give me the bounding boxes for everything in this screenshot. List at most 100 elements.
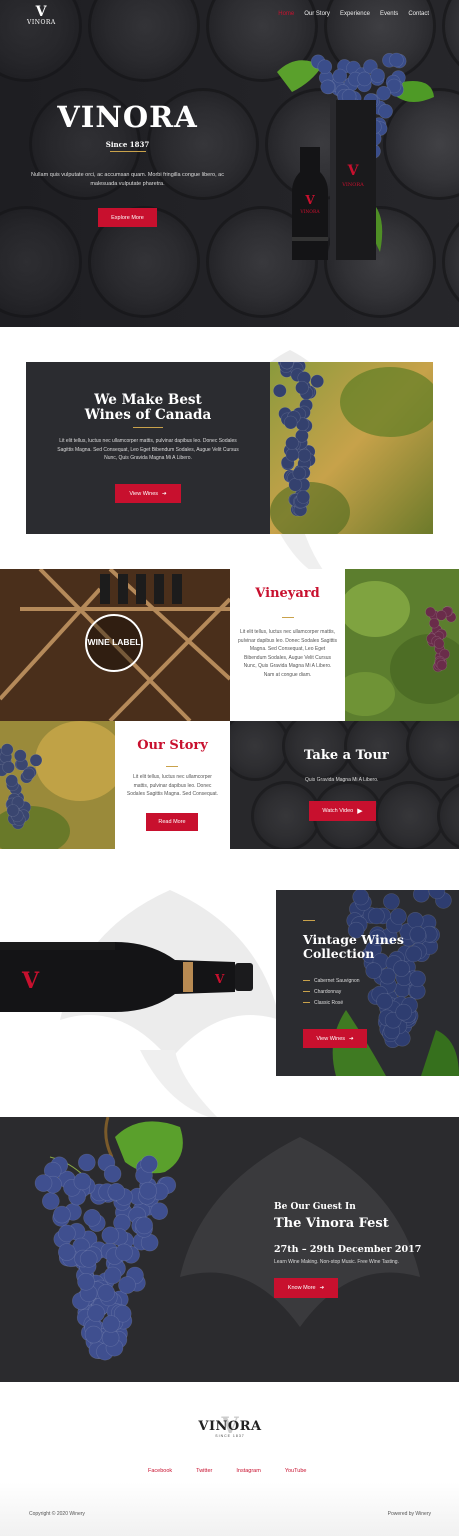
grape-berry bbox=[433, 638, 445, 649]
hero-box-label: VINORA bbox=[341, 182, 364, 188]
grape-berry bbox=[317, 59, 333, 74]
youtube-link[interactable]: YouTube bbox=[285, 1468, 307, 1474]
tour-panel: Take a Tour Quis Gravida Magna Mi A Libe… bbox=[230, 721, 459, 849]
grape-berry bbox=[285, 436, 299, 450]
copyright-text: Copyright © 2020 Winery bbox=[29, 1511, 85, 1517]
grape-berry bbox=[101, 1226, 120, 1245]
grape-berry bbox=[428, 617, 440, 629]
grape-berry bbox=[378, 103, 393, 119]
explore-more-button[interactable]: Explore More bbox=[98, 208, 157, 227]
facebook-link[interactable]: Facebook bbox=[148, 1468, 172, 1474]
hero-box-logo-letter: V bbox=[347, 163, 360, 179]
grape-berry bbox=[297, 448, 312, 463]
nav-experience[interactable]: Experience bbox=[340, 11, 370, 17]
view-wines-button[interactable]: View Wines ➔ bbox=[115, 484, 181, 503]
grape-berry bbox=[34, 1174, 53, 1192]
grape-berry bbox=[5, 774, 18, 787]
arrow-right-icon: ➔ bbox=[319, 1285, 325, 1291]
know-more-button[interactable]: Know More ➔ bbox=[274, 1278, 338, 1298]
grape-berry bbox=[2, 760, 15, 774]
grape-berry bbox=[379, 967, 397, 985]
grape-berry bbox=[425, 606, 436, 618]
vineyard-divider bbox=[282, 617, 294, 618]
bottle-logo-letter: V bbox=[21, 968, 40, 994]
collection-item: Chardonnay bbox=[303, 987, 360, 998]
nav-home[interactable]: Home bbox=[278, 11, 294, 17]
explore-more-label: Explore More bbox=[111, 214, 144, 221]
watch-video-button[interactable]: Watch Video ▶ bbox=[309, 801, 376, 821]
grape-berry bbox=[139, 1181, 157, 1200]
grape-berry bbox=[102, 1315, 120, 1333]
collection-view-wines-label: View Wines bbox=[316, 1035, 346, 1042]
grape-berry bbox=[140, 1155, 158, 1173]
grape-berry bbox=[84, 1325, 103, 1344]
know-more-label: Know More bbox=[287, 1285, 316, 1291]
story-text: Lit elit tellus, luctus nec ullamcorper … bbox=[126, 774, 219, 797]
nav-events[interactable]: Events bbox=[380, 11, 398, 17]
grape-berry bbox=[368, 907, 385, 925]
grape-berry bbox=[77, 1153, 96, 1172]
hero-description: Nullam quis vulputate orci, ac accumsan … bbox=[31, 172, 224, 187]
vine-leaves-photo bbox=[345, 569, 459, 721]
site-logo[interactable]: V VINORA bbox=[27, 4, 56, 27]
grape-berry bbox=[395, 1003, 412, 1021]
footer-logo-text: VINORA bbox=[198, 1419, 262, 1434]
grape-berry bbox=[77, 1273, 95, 1291]
hero-divider bbox=[110, 151, 146, 152]
play-icon: ▶ bbox=[357, 808, 363, 815]
logo-text: VINORA bbox=[27, 19, 56, 26]
footer-logo[interactable]: V VINORA SINCE 1837 bbox=[196, 1413, 264, 1439]
view-wines-label: View Wines bbox=[129, 490, 159, 497]
grape-berry bbox=[383, 893, 400, 910]
grape-berry bbox=[407, 911, 424, 929]
grape-berry bbox=[413, 890, 430, 903]
grape-berry bbox=[57, 1243, 76, 1261]
grape-berry bbox=[405, 945, 422, 963]
hero-bottle-logo-letter: V bbox=[304, 193, 315, 207]
best-wines-panel: We Make Best Wines of Canada Lit elit te… bbox=[26, 362, 270, 534]
vineyard-title: Vineyard bbox=[255, 586, 320, 601]
logo-letter: V bbox=[35, 4, 47, 20]
grape-berry bbox=[73, 1172, 92, 1191]
grape-berry bbox=[53, 1205, 71, 1224]
grape-berry bbox=[332, 68, 348, 84]
grape-berry bbox=[87, 1304, 105, 1322]
collection-title: Vintage Wines Collection bbox=[303, 933, 404, 961]
grape-berry bbox=[376, 85, 391, 101]
instagram-link[interactable]: Instagram bbox=[236, 1468, 260, 1474]
grape-berry bbox=[288, 478, 303, 492]
story-title: Our Story bbox=[137, 738, 208, 753]
hero-bottle-label: VINORA bbox=[299, 209, 320, 215]
best-wines-title-line1: We Make Best bbox=[94, 392, 202, 408]
fest-section: Be Our Guest In The Vinora Fest 27th – 2… bbox=[0, 1117, 459, 1382]
watch-video-label: Watch Video bbox=[322, 808, 354, 814]
grape-berry bbox=[118, 1276, 136, 1294]
collection-view-wines-button[interactable]: View Wines ➔ bbox=[303, 1029, 367, 1048]
collection-item: Classic Rosé bbox=[303, 998, 360, 1009]
fest-text: Learn Wine Making. Non-stop Music. Free … bbox=[274, 1259, 399, 1265]
best-wines-title-line2: Wines of Canada bbox=[84, 407, 212, 423]
collection-item: Cabernet Sauvignon bbox=[303, 976, 360, 987]
grape-berry bbox=[292, 466, 307, 481]
tour-overlay bbox=[230, 721, 459, 849]
hero-title: VINORA bbox=[57, 100, 198, 134]
grape-berry bbox=[409, 970, 426, 988]
grape-berry bbox=[285, 447, 300, 462]
bottle-neck-letter: V bbox=[214, 972, 225, 986]
grape-berry bbox=[97, 1284, 115, 1302]
story-divider bbox=[166, 766, 178, 767]
twitter-link[interactable]: Twitter bbox=[196, 1468, 212, 1474]
grape-berry bbox=[150, 1202, 168, 1220]
grape-berry bbox=[436, 660, 448, 671]
grape-berry bbox=[389, 52, 404, 68]
read-more-button[interactable]: Read More bbox=[146, 813, 198, 831]
best-divider bbox=[133, 427, 163, 428]
nav-contact[interactable]: Contact bbox=[408, 11, 429, 17]
grape-bunch-image bbox=[34, 1117, 183, 1361]
grape-berry bbox=[41, 1192, 60, 1210]
nav-our-story[interactable]: Our Story bbox=[304, 11, 330, 17]
grape-berry bbox=[365, 962, 383, 979]
grape-berry bbox=[22, 767, 36, 781]
vineyard-text-card: Vineyard Lit elit tellus, luctus nec ull… bbox=[230, 569, 345, 721]
grape-berry bbox=[296, 490, 311, 504]
